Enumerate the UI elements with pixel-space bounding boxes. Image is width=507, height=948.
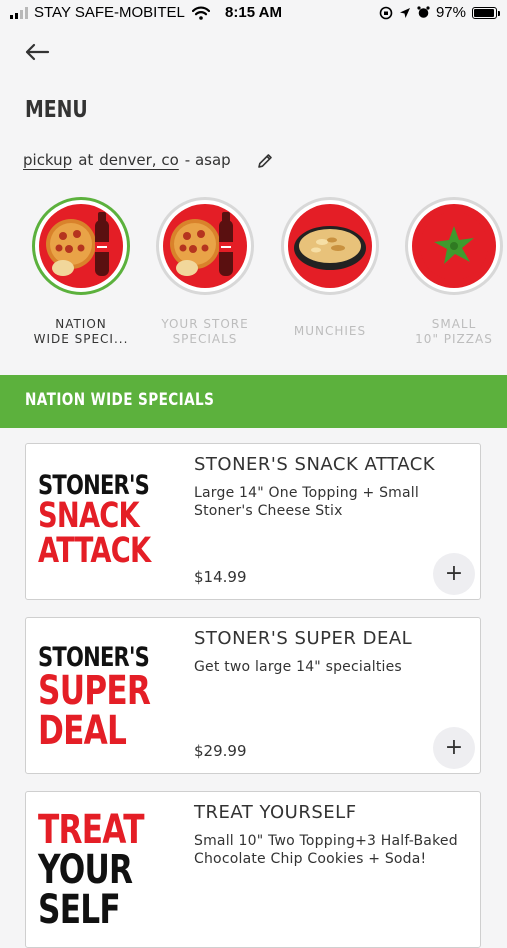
add-to-cart-button[interactable]: +	[433, 727, 475, 769]
section-title: NATION WIDE SPECIALS	[25, 390, 215, 410]
status-bar: STAY SAFE-MOBITEL 8:15 AM 97%	[0, 0, 507, 30]
pizza-and-soda-image	[163, 204, 247, 288]
product-title: STONER'S SNACK ATTACK	[194, 454, 436, 475]
add-to-cart-button[interactable]: +	[433, 553, 475, 595]
order-at-text: at	[78, 151, 94, 169]
product-title: TREAT YOURSELF	[194, 802, 357, 823]
battery-percentage: 97%	[435, 4, 466, 21]
product-card-super-deal[interactable]: STONER'S SUPER DEAL STONER'S SUPER DEAL …	[25, 617, 481, 774]
product-card-treat-yourself[interactable]: TREAT YOUR SELF TREAT YOURSELF Small 10"…	[25, 791, 481, 948]
order-mode-link[interactable]: pickup	[23, 151, 72, 169]
pizza-and-soda-image	[39, 204, 123, 288]
product-card-snack-attack[interactable]: STONER'S SNACK ATTACK STONER'S SNACK ATT…	[25, 443, 481, 600]
product-description: Large 14" One Topping + Small Stoner's C…	[194, 485, 419, 519]
page-title: MENU	[25, 97, 88, 123]
arrow-left-icon[interactable]	[22, 38, 54, 66]
product-logo: STONER'S SNACK ATTACK	[38, 470, 151, 571]
category-carousel[interactable]: NATION WIDE SPECI... YOUR STORE SPECIALS…	[0, 197, 507, 357]
baked-dish-image	[288, 204, 372, 288]
location-arrow-icon	[399, 7, 410, 18]
location-link[interactable]: denver, co	[99, 151, 179, 169]
order-details: pickup at denver, co - asap	[23, 151, 231, 169]
category-image-frame	[156, 197, 254, 295]
product-description: Small 10" Two Topping+3 Half-Baked Choco…	[194, 833, 458, 867]
category-label: MUNCHIES	[293, 324, 367, 338]
product-description: Get two large 14" specialties	[194, 659, 402, 675]
product-logo: TREAT YOUR SELF	[38, 807, 145, 933]
tomato-image	[412, 204, 496, 288]
category-label: YOUR STORE SPECIALS	[161, 317, 249, 346]
category-label: SMALL 10" PIZZAS	[415, 317, 493, 346]
category-image-frame	[281, 197, 379, 295]
product-title: STONER'S SUPER DEAL	[194, 628, 413, 649]
category-image-frame	[32, 197, 130, 295]
product-logo: STONER'S SUPER DEAL	[38, 642, 151, 754]
battery-icon	[472, 6, 500, 19]
category-image-frame	[405, 197, 503, 295]
alarm-icon	[417, 6, 430, 18]
status-bar-right: 97%	[379, 4, 500, 21]
product-price: $29.99	[194, 742, 247, 760]
product-price: $14.99	[194, 568, 247, 586]
order-time-text: - asap	[184, 151, 231, 169]
section-header: NATION WIDE SPECIALS	[0, 375, 507, 428]
pencil-icon[interactable]	[256, 152, 274, 170]
category-label: NATION WIDE SPECI...	[33, 317, 129, 346]
rotation-lock-icon	[379, 6, 393, 19]
